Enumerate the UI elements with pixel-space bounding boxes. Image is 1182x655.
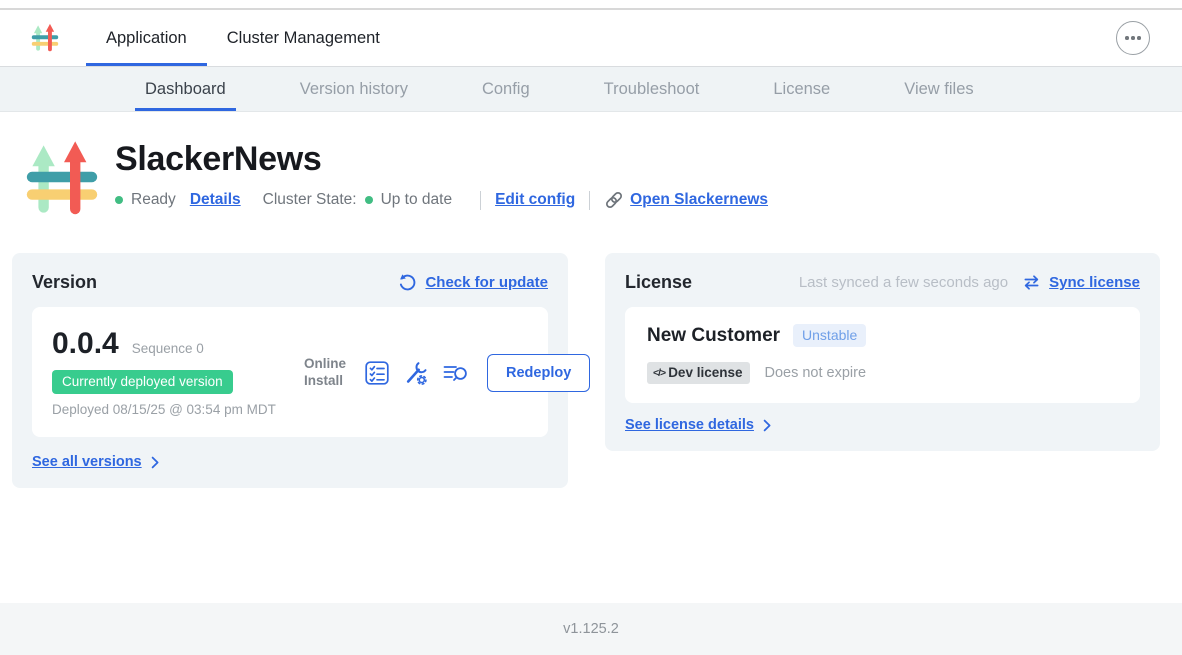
cluster-state-label: Cluster State: [263,191,357,209]
subnav-license-label: License [773,80,830,99]
version-card-title: Version [32,272,97,293]
subnav-license[interactable]: License [763,67,840,111]
app-overview-header: SlackerNews Ready Details Cluster State:… [22,136,1182,222]
tab-cluster-management-label: Cluster Management [227,29,380,48]
current-version-card: 0.0.4 Sequence 0 Currently deployed vers… [32,307,548,437]
sync-arrows-icon [1022,274,1041,291]
version-card: Version Check for update 0.0.4 Sequence … [12,253,568,488]
tab-application[interactable]: Application [86,10,207,66]
license-card-title: License [625,272,692,293]
console-footer: v1.125.2 [0,603,1182,655]
wrench-gear-icon [403,360,429,386]
logs-search-icon [442,360,469,386]
install-type-label: Online Install [304,356,350,388]
app-logo-large [22,136,102,222]
divider [480,191,481,210]
edit-config-button[interactable] [403,360,429,386]
link-chain-icon [604,190,624,210]
app-header-bar: Application Cluster Management [0,10,1182,67]
chevron-right-icon [151,456,160,469]
deployed-badge: Currently deployed version [52,370,233,394]
see-license-details-link[interactable]: See license details [625,417,754,433]
license-type-badge: </> Dev license [647,362,750,384]
last-synced-text: Last synced a few seconds ago [799,274,1008,291]
preflight-checks-button[interactable] [364,360,390,386]
ellipsis-icon [1125,36,1129,40]
customer-name: New Customer [647,325,780,347]
app-subnav: Dashboard Version history Config Trouble… [0,67,1182,112]
chevron-right-icon [763,419,772,432]
version-number: 0.0.4 [52,327,119,361]
tab-application-label: Application [106,29,187,48]
page-title: SlackerNews [115,140,768,179]
overflow-menu-button[interactable] [1116,21,1150,55]
subnav-troubleshoot-label: Troubleshoot [604,80,700,99]
subnav-version-history-label: Version history [300,80,408,99]
subnav-dashboard[interactable]: Dashboard [135,67,236,111]
see-all-versions-link[interactable]: See all versions [32,454,142,470]
status-details-link[interactable]: Details [190,191,241,209]
redeploy-button[interactable]: Redeploy [487,354,590,392]
subnav-config[interactable]: Config [472,67,540,111]
view-logs-button[interactable] [442,360,469,386]
check-for-update-link[interactable]: Check for update [425,274,548,291]
subnav-config-label: Config [482,80,530,99]
cluster-state-text: Up to date [381,191,453,209]
license-card: License Last synced a few seconds ago Sy… [605,253,1160,451]
refresh-icon [398,273,417,292]
channel-badge: Unstable [793,324,866,347]
edit-config-link[interactable]: Edit config [495,191,575,209]
divider [589,191,590,210]
cluster-status-dot [365,196,373,204]
subnav-dashboard-label: Dashboard [145,80,226,99]
code-icon: </> [653,367,665,379]
deployed-timestamp: Deployed 08/15/25 @ 03:54 pm MDT [52,401,292,419]
sync-license-link[interactable]: Sync license [1049,274,1140,291]
license-detail-card: New Customer Unstable </> Dev license Do… [625,307,1140,403]
subnav-view-files[interactable]: View files [894,67,983,111]
app-status-text: Ready [131,191,176,209]
version-sequence: Sequence 0 [132,341,204,356]
checklist-icon [364,360,390,386]
open-app-link[interactable]: Open Slackernews [630,191,768,209]
license-type-label: Dev license [668,365,742,380]
console-version: v1.125.2 [563,621,619,637]
tab-cluster-management[interactable]: Cluster Management [207,10,400,66]
app-status-dot [115,196,123,204]
window-top-strip [0,0,1182,10]
subnav-troubleshoot[interactable]: Troubleshoot [594,67,710,111]
subnav-version-history[interactable]: Version history [290,67,418,111]
license-expiration: Does not expire [764,365,866,381]
subnav-view-files-label: View files [904,80,973,99]
app-logo-small [30,20,60,56]
